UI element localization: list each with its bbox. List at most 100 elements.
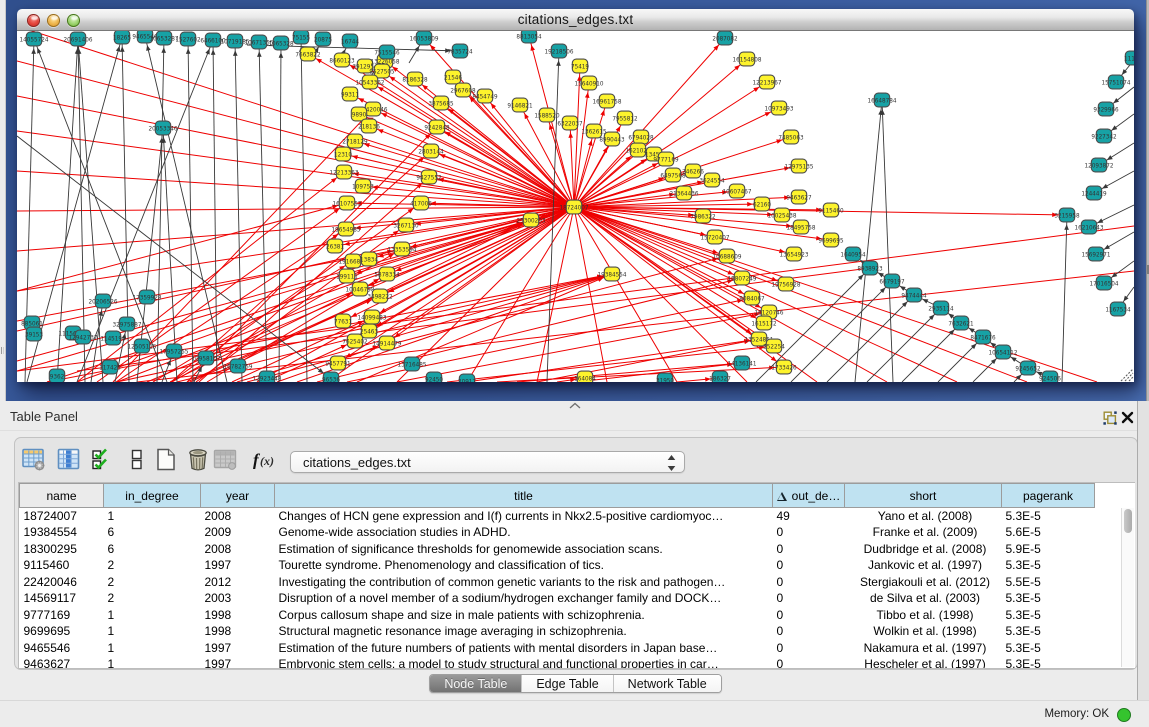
table-cell[interactable]: 0 (773, 541, 845, 558)
network-canvas[interactable]: 1872400776638228660123391295413226058952… (17, 31, 1134, 382)
graph-edge[interactable] (279, 43, 281, 382)
tab-network-table[interactable]: Network Table (614, 675, 721, 692)
table-cell[interactable]: 0 (773, 524, 845, 541)
table-cell[interactable]: 0 (773, 623, 845, 640)
right-panel-splitter-bottom[interactable] (1137, 401, 1149, 727)
table-cell[interactable]: Changes of HCN gene expression and I(f) … (275, 508, 773, 525)
table-cell[interactable]: 9777169 (20, 607, 104, 624)
table-row[interactable]: 2242004622012Investigating the contribut… (20, 574, 1095, 591)
table-cell[interactable]: 5.3E-5 (1002, 640, 1095, 657)
delete-table-icon[interactable] (213, 448, 237, 471)
table-settings-icon[interactable] (22, 448, 46, 471)
graph-edge[interactable] (17, 171, 574, 207)
table-cell[interactable]: 2008 (201, 541, 275, 558)
table-cell[interactable]: 1 (104, 656, 201, 669)
column-header-out_de[interactable]: out_de… (773, 484, 845, 508)
column-header-year[interactable]: year (201, 484, 275, 508)
graph-edge[interactable] (359, 114, 574, 207)
column-header-name[interactable]: name (20, 484, 104, 508)
table-cell[interactable]: Tibbo et al. (1998) (845, 607, 1002, 624)
table-cell[interactable]: 5.3E-5 (1002, 590, 1095, 607)
table-row[interactable]: 1872400712008Changes of HCN gene express… (20, 508, 1095, 525)
table-cell[interactable]: Investigating the contribution of common… (275, 574, 773, 591)
table-cell[interactable]: 2 (104, 590, 201, 607)
table-cell[interactable]: 2012 (201, 574, 275, 591)
new-document-icon[interactable] (154, 448, 178, 471)
graph-edge[interactable] (355, 141, 574, 207)
close-icon[interactable] (1121, 411, 1134, 424)
column-header-in_degree[interactable]: in_degree (104, 484, 201, 508)
memory-status-icon[interactable] (1117, 708, 1131, 722)
table-cell[interactable]: 9699695 (20, 623, 104, 640)
row-height-icon[interactable] (125, 448, 149, 471)
table-cell[interactable]: de Silva et al. (2003) (845, 590, 1002, 607)
table-cell[interactable]: 5.9E-5 (1002, 541, 1095, 558)
delete-icon[interactable] (186, 448, 210, 471)
table-cell[interactable]: 6 (104, 541, 201, 558)
table-cell[interactable]: 5.3E-5 (1002, 623, 1095, 640)
graph-edge[interactable] (574, 207, 887, 382)
table-cell[interactable]: 1 (104, 508, 201, 525)
left-panel-splitter[interactable] (0, 0, 6, 401)
table-cell[interactable]: 5.3E-5 (1002, 508, 1095, 525)
table-cell[interactable]: 9115460 (20, 557, 104, 574)
graph-edge[interactable] (1062, 215, 1067, 382)
table-cell[interactable]: Estimation of significance thresholds fo… (275, 541, 773, 558)
table-cell[interactable]: Yano et al. (2008) (845, 508, 1002, 525)
table-cell[interactable]: Nakamura et al. (1997) (845, 640, 1002, 657)
table-cell[interactable]: Embryonic stem cells: a model to study s… (275, 656, 773, 669)
table-cell[interactable]: Wolkin et al. (1998) (845, 623, 1002, 640)
table-cell[interactable]: Tourette syndrome. Phenomenology and cla… (275, 557, 773, 574)
table-cell[interactable]: Disruption of a novel member of a sodium… (275, 590, 773, 607)
select-column-icon[interactable] (57, 448, 81, 471)
table-cell[interactable]: 6 (104, 524, 201, 541)
table-cell[interactable]: 1998 (201, 607, 275, 624)
table-cell[interactable]: 0 (773, 640, 845, 657)
table-cell[interactable]: 0 (773, 656, 845, 669)
table-cell[interactable]: 5.5E-5 (1002, 574, 1095, 591)
table-cell[interactable]: Structural magnetic resonance image aver… (275, 623, 773, 640)
table-cell[interactable]: 1 (104, 607, 201, 624)
table-cell[interactable]: 5.6E-5 (1002, 524, 1095, 541)
scrollbar-thumb[interactable] (1124, 509, 1132, 533)
table-cell[interactable]: 0 (773, 574, 845, 591)
table-cell[interactable]: Genome-wide association studies in ADHD. (275, 524, 773, 541)
table-select-dropdown[interactable]: citations_edges.txt (290, 451, 685, 473)
select-rows-icon[interactable] (91, 448, 115, 471)
graph-edge[interactable] (574, 207, 764, 323)
table-cell[interactable]: Estimation of the future numbers of pati… (275, 640, 773, 657)
table-cell[interactable]: 2 (104, 574, 201, 591)
table-cell[interactable]: 2003 (201, 590, 275, 607)
tab-edge-table[interactable]: Edge Table (522, 675, 613, 692)
table-cell[interactable]: 0 (773, 590, 845, 607)
table-cell[interactable]: 2 (104, 557, 201, 574)
column-header-pagerank[interactable]: pagerank (1002, 484, 1095, 508)
table-cell[interactable]: 1998 (201, 623, 275, 640)
graph-edge[interactable] (188, 39, 193, 382)
table-cell[interactable]: 22420046 (20, 574, 104, 591)
column-header-title[interactable]: title (275, 484, 773, 508)
table-cell[interactable]: 19384554 (20, 524, 104, 541)
table-cell[interactable]: Hescheler et al. (1997) (845, 656, 1002, 669)
resize-grip-icon[interactable] (1121, 369, 1133, 381)
graph-edge[interactable] (574, 101, 607, 207)
graph-edge[interactable] (97, 203, 347, 382)
table-row[interactable]: 1456911722003Disruption of a novel membe… (20, 590, 1095, 607)
table-vertical-scrollbar[interactable] (1121, 508, 1134, 667)
table-cell[interactable]: Corpus callosum shape and size in male p… (275, 607, 773, 624)
graph-edge[interactable] (485, 96, 574, 207)
table-row[interactable]: 977716911998Corpus callosum shape and si… (20, 607, 1095, 624)
graph-edge[interactable] (17, 207, 574, 291)
table-cell[interactable]: 0 (773, 557, 845, 574)
table-cell[interactable]: Dudbridge et al. (2008) (845, 541, 1002, 558)
table-cell[interactable]: 18724007 (20, 508, 104, 525)
table-row[interactable]: 1830029562008Estimation of significance … (20, 541, 1095, 558)
table-cell[interactable]: 1997 (201, 656, 275, 669)
table-cell[interactable]: 1997 (201, 557, 275, 574)
table-cell[interactable]: 14569117 (20, 590, 104, 607)
column-header-short[interactable]: short (845, 484, 1002, 508)
splitter-handle-icon[interactable] (568, 402, 582, 409)
table-cell[interactable]: 18300295 (20, 541, 104, 558)
table-cell[interactable]: 0 (773, 607, 845, 624)
table-cell[interactable]: 1997 (201, 640, 275, 657)
